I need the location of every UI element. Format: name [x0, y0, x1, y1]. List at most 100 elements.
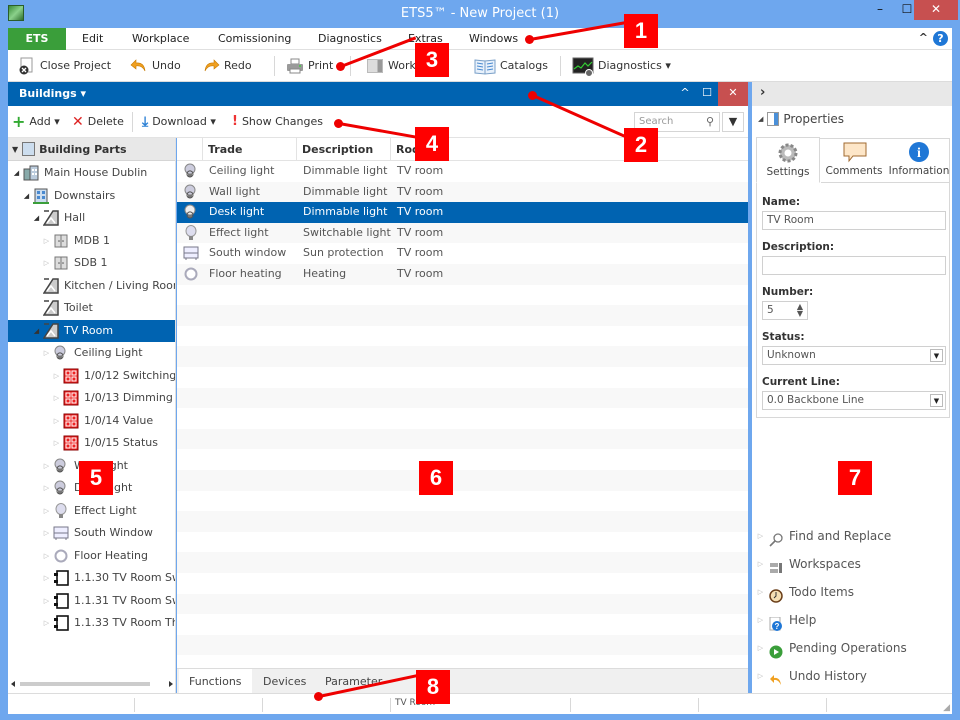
- collapse-triangle-icon[interactable]: ◢: [32, 207, 41, 229]
- tab-devices[interactable]: Devices: [253, 669, 316, 693]
- tree-item[interactable]: ◢ Downstairs: [8, 185, 175, 207]
- tree-item[interactable]: ▷ SDB 1: [8, 252, 175, 274]
- close-project-button[interactable]: Close Project: [18, 55, 111, 77]
- menu-comissioning[interactable]: Comissioning: [218, 28, 291, 50]
- expand-triangle-icon[interactable]: ▷: [42, 477, 51, 499]
- expand-triangle-icon[interactable]: ▷: [52, 387, 61, 409]
- print-label: Print: [308, 59, 334, 72]
- expand-triangle-icon[interactable]: ▷: [52, 410, 61, 432]
- tree-item[interactable]: ▷ 1/0/13 Dimming: [8, 387, 175, 409]
- grid-header: Trade Description Room: [177, 138, 748, 161]
- accordion-help[interactable]: ▷ ? Help: [752, 606, 952, 634]
- tree-item[interactable]: ◢ Hall: [8, 207, 175, 229]
- chevron-down-icon[interactable]: ▼: [930, 394, 943, 407]
- expand-triangle-icon[interactable]: ▷: [42, 590, 51, 612]
- tree-item[interactable]: ▷ South Window: [8, 522, 175, 544]
- tree-item[interactable]: ◢ Main House Dublin: [8, 162, 175, 184]
- catalogs-button[interactable]: Catalogs: [474, 55, 548, 77]
- tree-item[interactable]: ▷ 1/0/12 Switching: [8, 365, 175, 387]
- table-row[interactable]: South window Sun protection TV room: [177, 243, 748, 264]
- buildings-panel-dropdown[interactable]: Buildings ▾: [19, 87, 86, 100]
- side-panel-expand-button[interactable]: ›: [752, 82, 952, 106]
- panel-close-button[interactable]: ✕: [718, 82, 748, 106]
- download-button[interactable]: ⤓ Download ▾: [142, 111, 216, 133]
- expand-triangle-icon[interactable]: ▷: [42, 500, 51, 522]
- tab-functions[interactable]: Functions: [179, 669, 252, 693]
- stepper-arrows-icon[interactable]: ▲ ▼: [797, 303, 803, 318]
- undo-button[interactable]: Undo: [130, 55, 181, 77]
- help-icon[interactable]: ?: [933, 31, 948, 46]
- current-line-select[interactable]: 0.0 Backbone Line ▼: [762, 391, 946, 410]
- tree-item[interactable]: ▷ Ceiling Light: [8, 342, 175, 364]
- expand-triangle-icon[interactable]: ▷: [42, 342, 51, 364]
- accordion-pending-operations[interactable]: ▷ Pending Operations: [752, 634, 952, 662]
- collapse-triangle-icon[interactable]: ◢: [12, 162, 21, 184]
- tree-item[interactable]: ▷ 1.1.31 TV Room Switch: [8, 590, 175, 612]
- menu-diagnostics[interactable]: Diagnostics: [318, 28, 382, 50]
- collapse-triangle-icon[interactable]: ◢: [22, 185, 31, 207]
- filter-button[interactable]: ▼: [722, 112, 744, 132]
- tree-item[interactable]: ▷ 1/0/14 Value: [8, 410, 175, 432]
- expand-triangle-icon[interactable]: ▷: [42, 545, 51, 567]
- expand-triangle-icon[interactable]: ▷: [42, 567, 51, 589]
- diagnostics-button[interactable]: Diagnostics ▾: [572, 55, 671, 77]
- resize-grip-icon[interactable]: ◢: [943, 703, 950, 713]
- number-stepper[interactable]: 5 ▲ ▼: [762, 301, 808, 320]
- panel-maximize-button[interactable]: ☐: [696, 82, 718, 106]
- show-changes-button[interactable]: ! Show Changes: [232, 111, 323, 133]
- expand-triangle-icon[interactable]: ▷: [42, 612, 51, 634]
- accordion-workspaces[interactable]: ▷ Workspaces: [752, 550, 952, 578]
- tab-comments[interactable]: Comments: [822, 137, 886, 183]
- dim-light-icon: [53, 480, 69, 496]
- column-header-description[interactable]: Description: [296, 138, 390, 161]
- redo-button[interactable]: Redo: [202, 55, 252, 77]
- menu-windows[interactable]: Windows: [469, 28, 518, 50]
- expand-triangle-icon[interactable]: ▷: [42, 522, 51, 544]
- table-row[interactable]: Effect light Switchable light TV room: [177, 222, 748, 244]
- status-select[interactable]: Unknown ▼: [762, 346, 946, 365]
- close-button[interactable]: ✕: [914, 0, 958, 20]
- chevron-down-icon[interactable]: ▼: [930, 349, 943, 362]
- print-button[interactable]: Print: [286, 55, 333, 77]
- menu-ets[interactable]: ETS: [8, 28, 66, 50]
- panel-collapse-button[interactable]: ^: [674, 82, 696, 106]
- collapse-ribbon-icon[interactable]: ^: [919, 31, 928, 44]
- tree-item[interactable]: ▷ MDB 1: [8, 230, 175, 252]
- tree-horizontal-scrollbar[interactable]: [8, 679, 175, 689]
- search-icon[interactable]: ⚲: [706, 115, 714, 128]
- tree-item[interactable]: Toilet: [8, 297, 175, 319]
- add-button[interactable]: + Add ▾: [12, 111, 60, 133]
- table-row[interactable]: Floor heating Heating TV room: [177, 264, 748, 285]
- tree-item[interactable]: ▷ Floor Heating: [8, 545, 175, 567]
- table-row[interactable]: Wall light Dimmable light TV room: [177, 181, 748, 203]
- accordion-todo-items[interactable]: ▷ Todo Items: [752, 578, 952, 606]
- tab-information[interactable]: i Information: [887, 137, 951, 183]
- accordion-find-and-replace[interactable]: ▷ Find and Replace: [752, 522, 952, 550]
- expand-triangle-icon[interactable]: ▷: [52, 432, 61, 454]
- name-input[interactable]: TV Room: [762, 211, 946, 230]
- cell-trade: Floor heating: [209, 267, 282, 280]
- tree-item[interactable]: ▷ 1.1.30 TV Room Switch: [8, 567, 175, 589]
- tree-header[interactable]: ▼ Building Parts: [8, 138, 175, 161]
- expand-triangle-icon[interactable]: ▷: [42, 230, 51, 252]
- tab-settings[interactable]: Settings: [756, 137, 820, 183]
- properties-header[interactable]: ◢ Properties: [758, 112, 844, 126]
- expand-triangle-icon[interactable]: ▷: [52, 365, 61, 387]
- expand-triangle-icon[interactable]: ▷: [42, 455, 51, 477]
- table-row[interactable]: Ceiling light Dimmable light TV room: [177, 161, 748, 182]
- accordion-undo-history[interactable]: ▷ Undo History: [752, 662, 952, 690]
- tree-item[interactable]: ▷ Effect Light: [8, 500, 175, 522]
- delete-button[interactable]: ✕ Delete: [72, 111, 124, 133]
- column-header-trade[interactable]: Trade: [202, 138, 296, 161]
- table-row[interactable]: Desk light Dimmable light TV room: [177, 202, 748, 223]
- tree-item[interactable]: ▷ 1.1.33 TV Room Thermostat: [8, 612, 175, 634]
- collapse-triangle-icon[interactable]: ◢: [32, 320, 41, 342]
- tree-item[interactable]: ▷ 1/0/15 Status: [8, 432, 175, 454]
- tree-item[interactable]: Kitchen / Living Room: [8, 275, 175, 297]
- menu-edit[interactable]: Edit: [82, 28, 103, 50]
- menu-workplace[interactable]: Workplace: [132, 28, 189, 50]
- minimize-button[interactable]: –: [866, 0, 894, 20]
- expand-triangle-icon[interactable]: ▷: [42, 252, 51, 274]
- description-input[interactable]: [762, 256, 946, 275]
- tree-item[interactable]: ◢ TV Room: [8, 319, 175, 342]
